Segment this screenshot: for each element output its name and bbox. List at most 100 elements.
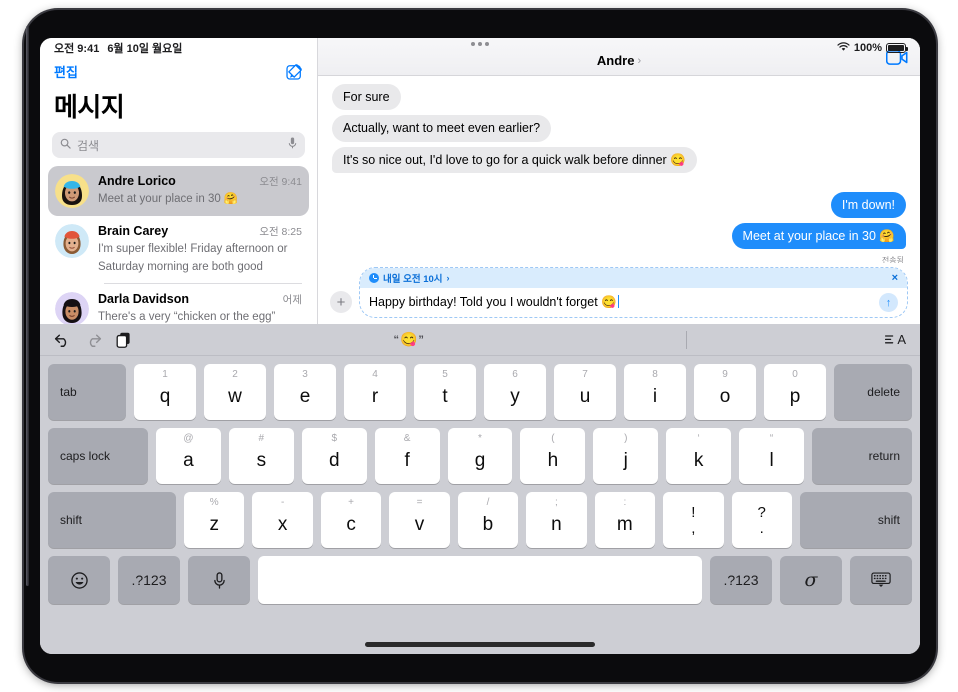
key-q[interactable]: 1q: [134, 364, 196, 420]
keyboard-rows: tab 1q 2w 3e 4r 5t 6y 7u 8i 9o 0p delete…: [40, 356, 920, 604]
conversation-item-andre-lorico[interactable]: Andre Lorico 오전 9:41 Meet at your place …: [48, 166, 309, 216]
search-placeholder: 검색: [77, 138, 100, 153]
key-hint: @: [183, 433, 194, 444]
key-y[interactable]: 6y: [484, 364, 546, 420]
key-x[interactable]: -x: [252, 492, 313, 548]
conversation-item-brain-carey[interactable]: Brain Carey 오전 8:25 I'm super flexible! …: [48, 216, 309, 283]
key-return[interactable]: return: [812, 428, 913, 484]
key-label: f: [404, 450, 410, 471]
message-bubble-outgoing[interactable]: Meet at your place in 30 🤗: [731, 223, 906, 250]
handwriting-icon[interactable]: 𝜎: [780, 556, 842, 604]
message-list: For sure Actually, want to meet even ear…: [318, 76, 920, 263]
key-m[interactable]: :m: [594, 492, 656, 548]
key-j[interactable]: ) j: [593, 428, 659, 484]
key-tab[interactable]: tab: [48, 364, 126, 420]
search-input[interactable]: 검색: [52, 132, 305, 158]
key-label: n: [551, 514, 562, 535]
microphone-icon[interactable]: [288, 136, 297, 154]
emoji-suggestion-glyph: 😋: [399, 331, 418, 347]
key-label: d: [328, 450, 340, 471]
close-icon[interactable]: ×: [892, 272, 898, 284]
conversation-header-row: Darla Davidson 어제: [98, 292, 302, 307]
conversation-time: 어제: [282, 294, 302, 306]
key-label: a: [183, 450, 194, 471]
key-b[interactable]: / b: [457, 492, 519, 548]
key-label: r: [371, 386, 379, 407]
home-indicator[interactable]: [365, 642, 595, 647]
message-bubble-incoming[interactable]: For sure: [332, 84, 401, 111]
redo-arrow-icon[interactable]: [85, 333, 102, 347]
key-p[interactable]: 0p: [764, 364, 826, 420]
avatar: [55, 224, 89, 258]
key-g[interactable]: * g: [447, 428, 513, 484]
key-caps-lock[interactable]: caps lock: [48, 428, 148, 484]
compose-icon[interactable]: [286, 63, 303, 80]
key-u[interactable]: 7u: [554, 364, 616, 420]
key-hint: =: [416, 497, 423, 508]
key-shift-left[interactable]: shift: [48, 492, 176, 548]
key-hint: 7: [582, 369, 588, 380]
sidebar-header: 편집: [40, 58, 317, 81]
key-space[interactable]: [258, 556, 702, 604]
plus-icon[interactable]: +: [330, 291, 352, 313]
scheduled-send-banner[interactable]: 내일 오전 10시 › ×: [360, 268, 907, 288]
key-label: l: [769, 450, 774, 471]
status-bar-left: 오전 9:41 6월 10일 월요일: [54, 40, 182, 56]
microphone-icon[interactable]: [188, 556, 250, 604]
dismiss-keyboard-icon[interactable]: [850, 556, 912, 604]
conversation-name: Darla Davidson: [98, 292, 190, 306]
message-bubble-outgoing[interactable]: I'm down!: [830, 191, 906, 218]
paste-documents-icon[interactable]: [116, 332, 131, 348]
conversation-body: Brain Carey 오전 8:25 I'm super flexible! …: [98, 224, 302, 275]
key-c[interactable]: + c: [320, 492, 382, 548]
key-delete[interactable]: delete: [834, 364, 912, 420]
key-k[interactable]: ‘k: [666, 428, 732, 484]
key-numbers-left[interactable]: .?123: [118, 556, 180, 604]
composer-input-row: Happy birthday! Told you I wouldn't forg…: [360, 288, 907, 317]
key-z[interactable]: % z: [184, 492, 245, 548]
key-h[interactable]: (h: [520, 428, 586, 484]
message-bubble-incoming[interactable]: It's so nice out, I'd love to go for a q…: [332, 146, 697, 173]
key-i[interactable]: 8i: [624, 364, 686, 420]
key-w[interactable]: 2w: [204, 364, 266, 420]
key-comma-exclamation[interactable]: !,: [663, 492, 724, 548]
conversation-preview: Meet at your place in 30 🤗: [98, 193, 239, 205]
key-label: g: [474, 450, 486, 471]
key-n[interactable]: ; n: [526, 492, 587, 548]
multitasking-controls[interactable]: [471, 42, 489, 46]
key-label: m: [616, 514, 633, 535]
key-a[interactable]: @ a: [156, 428, 221, 484]
key-t[interactable]: 5t: [414, 364, 476, 420]
avatar: [55, 292, 89, 324]
send-button[interactable]: ↑: [879, 293, 898, 312]
key-label: q: [159, 386, 171, 407]
key-l[interactable]: “l: [739, 428, 805, 484]
message-composer[interactable]: 내일 오전 10시 › × Happy birthday! Told you I…: [359, 267, 908, 318]
message-bubble-incoming[interactable]: Actually, want to meet even earlier?: [332, 115, 552, 142]
emoji-icon[interactable]: [48, 556, 110, 604]
undo-arrow-icon[interactable]: [54, 333, 71, 347]
key-s[interactable]: # s: [228, 428, 294, 484]
clock-icon: [369, 273, 379, 283]
key-v[interactable]: = v: [389, 492, 450, 548]
multitask-dot: [471, 42, 475, 46]
key-e[interactable]: 3e: [274, 364, 336, 420]
key-hint: 4: [372, 369, 378, 380]
edit-button[interactable]: 편집: [54, 62, 78, 81]
emoji-suggestion[interactable]: “ 😋 ”: [145, 331, 672, 348]
key-shift-right[interactable]: shift: [799, 492, 912, 548]
key-numbers-right[interactable]: .?123: [710, 556, 772, 604]
conversation-item-darla-davidson[interactable]: Darla Davidson 어제 There's a very “chicke…: [48, 284, 309, 324]
key-label: p: [789, 386, 801, 407]
message-input[interactable]: Happy birthday! Told you I wouldn't forg…: [369, 295, 873, 310]
key-o[interactable]: 9o: [694, 364, 756, 420]
key-d[interactable]: $ d: [301, 428, 367, 484]
key-f[interactable]: & f: [374, 428, 440, 484]
key-hint: “: [769, 433, 774, 444]
key-label: w: [228, 386, 242, 407]
key-r[interactable]: 4r: [344, 364, 406, 420]
key-period-question[interactable]: ?.: [731, 492, 792, 548]
text-format-icon[interactable]: A: [885, 332, 906, 347]
keyboard-row-3: shift % z -x + c = v / b ; n :m !, ?. shift: [40, 492, 920, 548]
chevron-right-icon[interactable]: ›: [447, 273, 450, 283]
